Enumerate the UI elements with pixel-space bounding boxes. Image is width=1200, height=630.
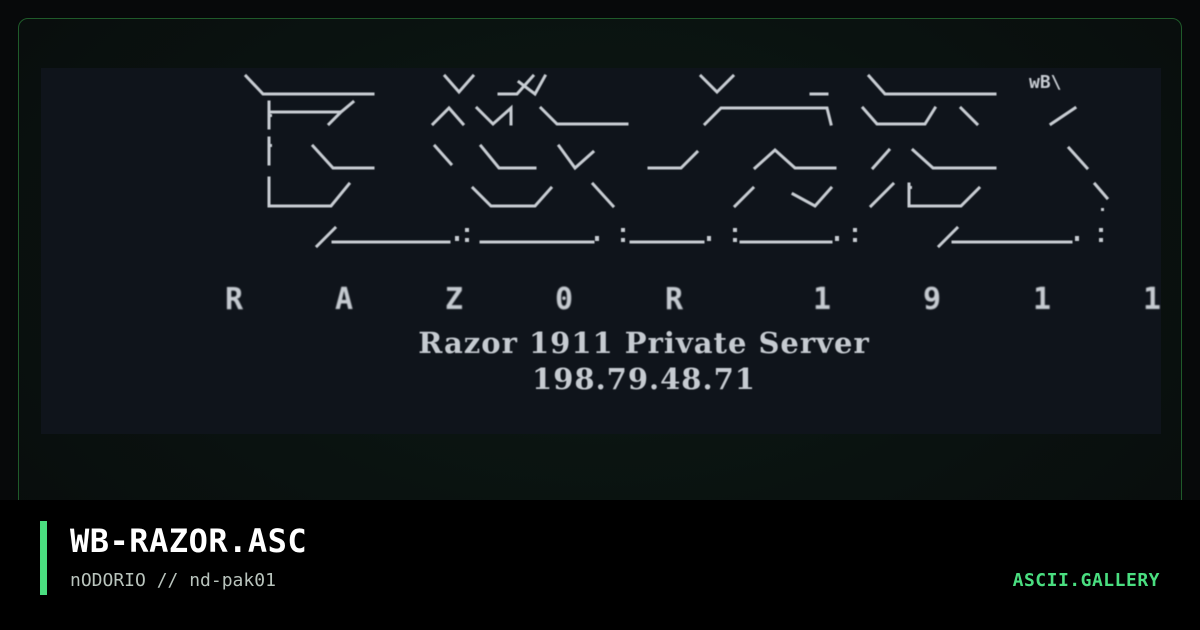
server-ip: 198.79.48.71: [532, 362, 756, 396]
spaced-letters-row: R A Z 0 R 1 9 1 1: [41, 282, 1161, 322]
accent-bar: [40, 521, 47, 595]
spaced-letter: Z: [444, 282, 464, 317]
author-credit: nODORIO // nd-pak01: [70, 570, 276, 591]
ascii-art-preview[interactable]: wB\ R A Z 0 R 1 9 1 1 Razor 1911 Private…: [41, 68, 1161, 434]
server-name: Razor 1911 Private Server: [418, 326, 870, 360]
spaced-letter: 1: [1142, 282, 1161, 317]
spaced-letter: R: [664, 282, 684, 317]
spaced-letter: 1: [812, 282, 832, 317]
spaced-letter: R: [224, 282, 244, 317]
artist-tag: wB\: [1029, 72, 1062, 93]
spaced-letter: A: [334, 282, 354, 317]
footer-bar: WB-RAZOR.ASC nODORIO // nd-pak01 ASCII.G…: [0, 500, 1200, 630]
spaced-letter: 1: [1032, 282, 1052, 317]
spaced-letter: 9: [922, 282, 942, 317]
file-title: WB-RAZOR.ASC: [70, 522, 308, 560]
site-brand-link[interactable]: ASCII.GALLERY: [1013, 570, 1160, 591]
spaced-letter: 0: [554, 282, 574, 317]
